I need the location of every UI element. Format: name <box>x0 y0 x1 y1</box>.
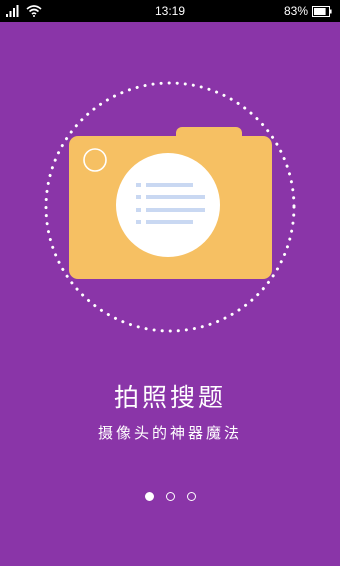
camera-lens <box>116 153 220 257</box>
camera-illustration <box>44 81 296 333</box>
lens-line <box>146 220 193 224</box>
onboarding-subtitle: 摄像头的神器魔法 <box>97 424 242 442</box>
onboarding-screen: 13:19 83% 拍照搜题 摄像头的神器魔法 <box>0 0 340 566</box>
lens-line <box>146 208 205 212</box>
onboarding-title: 拍照搜题 <box>113 383 226 412</box>
lens-line <box>136 208 141 212</box>
page-dot[interactable] <box>144 492 154 501</box>
lens-line <box>146 183 193 187</box>
page-indicator <box>0 492 340 501</box>
lens-line <box>136 195 141 199</box>
page-dot[interactable] <box>186 492 196 501</box>
lens-line <box>136 220 141 224</box>
lens-line <box>146 195 205 199</box>
lens-line <box>136 183 141 187</box>
page-dot[interactable] <box>165 492 175 501</box>
